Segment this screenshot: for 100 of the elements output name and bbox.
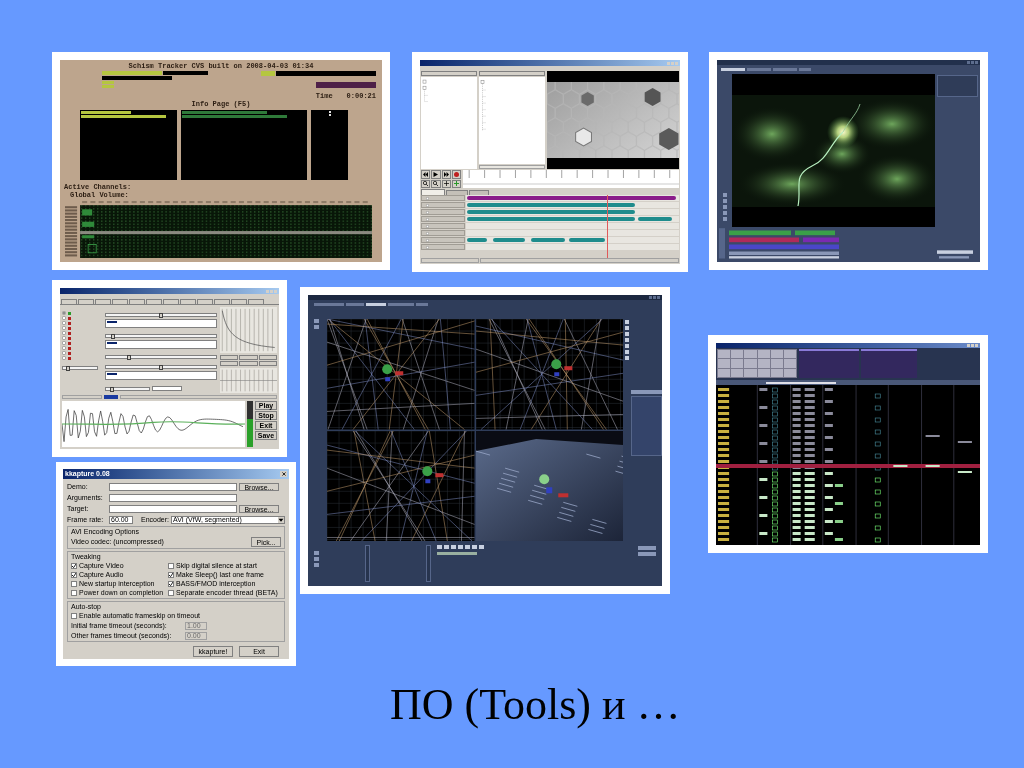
control-button[interactable]	[783, 359, 796, 368]
toolbar-button[interactable]	[431, 179, 441, 188]
checkbox[interactable]	[71, 590, 77, 596]
timeline-clip[interactable]	[569, 238, 605, 242]
timeline-clip[interactable]	[531, 238, 565, 242]
harmonics-button[interactable]	[239, 355, 258, 360]
radio-button[interactable]	[62, 346, 66, 350]
slider-thumb[interactable]	[109, 386, 114, 392]
synth-tab[interactable]	[78, 299, 94, 304]
slider-track[interactable]	[105, 334, 217, 338]
synth-tab[interactable]	[214, 299, 230, 304]
synth-tab[interactable]	[112, 299, 128, 304]
control-button[interactable]	[744, 368, 757, 377]
text-field[interactable]	[109, 482, 237, 491]
minimize-button[interactable]	[667, 61, 670, 65]
slider-track[interactable]	[105, 355, 217, 359]
harmonics-button[interactable]	[258, 361, 277, 366]
radio-button[interactable]	[62, 326, 66, 330]
control-button[interactable]	[783, 350, 796, 359]
slider-thumb[interactable]	[66, 366, 70, 371]
checkbox[interactable]	[71, 613, 77, 619]
checkbox[interactable]	[168, 563, 174, 569]
tool-strip	[631, 390, 662, 394]
slider-track[interactable]	[105, 365, 217, 369]
checkbox[interactable]	[71, 581, 77, 587]
toolbar-button[interactable]	[421, 179, 431, 188]
synth-tab[interactable]	[248, 299, 264, 304]
synth-tab[interactable]	[197, 299, 213, 304]
slider-thumb[interactable]	[127, 355, 132, 360]
control-button[interactable]	[757, 368, 770, 377]
checkbox[interactable]	[71, 563, 77, 569]
panel-header[interactable]	[479, 71, 545, 76]
toolbar-button[interactable]	[431, 170, 441, 179]
synth-tab[interactable]	[95, 299, 111, 304]
maximize-button[interactable]	[671, 61, 674, 65]
radio-button[interactable]	[62, 356, 66, 360]
toolbar-button[interactable]	[441, 179, 451, 188]
timeline-clip[interactable]	[467, 238, 487, 242]
timeline-clip[interactable]	[467, 217, 635, 221]
radio-button[interactable]	[62, 316, 66, 320]
control-button[interactable]	[731, 350, 744, 359]
slider-thumb[interactable]	[111, 334, 116, 339]
harmonics-button[interactable]	[239, 361, 258, 366]
close-button[interactable]	[280, 471, 287, 477]
checkbox[interactable]	[168, 590, 174, 596]
harmonics-button[interactable]	[220, 355, 239, 360]
control-button[interactable]	[757, 359, 770, 368]
radio-button[interactable]	[62, 331, 66, 335]
slider-thumb[interactable]	[159, 365, 163, 370]
toolbar-tab[interactable]	[366, 302, 386, 306]
slider-track[interactable]	[105, 386, 150, 391]
control-button[interactable]	[718, 350, 731, 359]
timeline-clip[interactable]	[638, 217, 672, 221]
control-button[interactable]	[731, 368, 744, 377]
timeline-clip[interactable]	[493, 238, 525, 242]
synth-tab[interactable]	[61, 299, 77, 304]
slider-track[interactable]	[62, 366, 98, 370]
toolbar-button[interactable]	[421, 170, 431, 179]
control-button[interactable]	[757, 350, 770, 359]
radio-button[interactable]	[62, 311, 66, 315]
synth-tab[interactable]	[163, 299, 179, 304]
control-button[interactable]	[783, 368, 796, 377]
synth-tab[interactable]	[231, 299, 247, 304]
control-button[interactable]	[770, 350, 783, 359]
slider-thumb[interactable]	[159, 313, 163, 318]
timeline-clip[interactable]	[467, 203, 635, 207]
panel-header[interactable]	[421, 71, 477, 76]
text-field[interactable]	[109, 504, 237, 513]
dropdown[interactable]	[152, 386, 182, 391]
control-button[interactable]	[718, 368, 731, 377]
control-button[interactable]	[744, 350, 757, 359]
control-button[interactable]	[718, 359, 731, 368]
maximize-button[interactable]	[270, 289, 273, 293]
text-field[interactable]	[109, 493, 237, 502]
song-name-highlight	[102, 71, 162, 75]
control-button[interactable]	[731, 359, 744, 368]
minimize-button[interactable]	[266, 289, 269, 293]
slider-track[interactable]	[105, 313, 217, 317]
checkbox[interactable]	[71, 572, 77, 578]
checkbox[interactable]	[168, 581, 174, 587]
synth-tab[interactable]	[180, 299, 196, 304]
synth-tab[interactable]	[146, 299, 162, 304]
radio-button[interactable]	[62, 341, 66, 345]
control-button[interactable]	[770, 359, 783, 368]
synth-tab[interactable]	[129, 299, 145, 304]
timeline-clip[interactable]	[467, 196, 676, 200]
editor-tab[interactable]	[469, 190, 489, 195]
horizontal-scrollbar	[479, 165, 545, 169]
progress-indicator	[104, 394, 118, 399]
radio-button[interactable]	[62, 351, 66, 355]
toolbar-button[interactable]	[441, 170, 451, 179]
harmonics-button[interactable]	[220, 361, 239, 366]
scrollbar-thumb[interactable]	[766, 381, 836, 384]
radio-button[interactable]	[62, 336, 66, 340]
checkbox[interactable]	[168, 572, 174, 578]
radio-button[interactable]	[62, 321, 66, 325]
harmonics-button[interactable]	[258, 355, 277, 360]
control-button[interactable]	[770, 368, 783, 377]
timeline-clip[interactable]	[467, 210, 635, 214]
editor-tab[interactable]	[421, 189, 445, 195]
